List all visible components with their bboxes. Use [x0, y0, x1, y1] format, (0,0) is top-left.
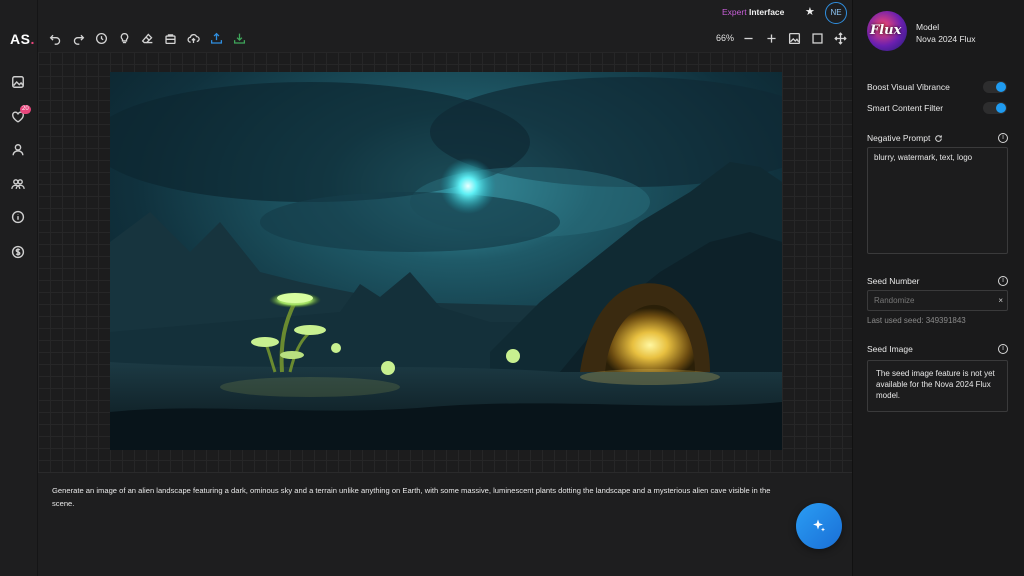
sparkle-icon — [813, 519, 825, 532]
move-icon — [833, 31, 847, 45]
model-logo[interactable]: Flux — [867, 11, 907, 51]
upload-icon — [210, 32, 222, 44]
seed-placeholder: Randomize — [874, 296, 915, 305]
info-icon — [11, 210, 25, 224]
community-nav-button[interactable] — [11, 177, 25, 191]
download-icon — [233, 33, 245, 44]
seed-image-label: Seed Image — [867, 344, 913, 354]
canvas-area[interactable] — [38, 52, 852, 472]
expert-word: Expert — [722, 7, 747, 17]
seed-number-info-icon[interactable]: i — [998, 276, 1008, 286]
model-name[interactable]: Nova 2024 Flux — [916, 34, 976, 44]
lightbulb-icon — [120, 32, 128, 43]
gallery-nav-button[interactable] — [11, 75, 25, 89]
refresh-icon[interactable] — [934, 134, 943, 143]
seed-image-info-icon[interactable]: i — [998, 344, 1008, 354]
image-icon — [12, 76, 24, 88]
zoom-out-button[interactable] — [741, 31, 755, 45]
logo-text: AS — [10, 31, 31, 47]
boost-vibrance-row: Boost Visual Vibrance — [867, 80, 1007, 94]
dollar-icon — [11, 245, 25, 259]
eraser-icon — [141, 32, 152, 43]
share-button[interactable] — [209, 31, 223, 45]
prompt-area: Generate an image of an alien landscape … — [38, 472, 852, 576]
cloud-upload-button[interactable] — [186, 31, 200, 45]
content-filter-label: Smart Content Filter — [867, 103, 944, 113]
generated-image[interactable] — [110, 72, 782, 450]
interface-word: Interface — [748, 7, 785, 17]
prompt-textarea[interactable]: Generate an image of an alien landscape … — [52, 485, 792, 510]
boost-vibrance-label: Boost Visual Vibrance — [867, 82, 950, 92]
history-icon — [95, 32, 107, 44]
negative-prompt-textarea[interactable]: blurry, watermark, text, logo — [867, 147, 1008, 254]
redo-button[interactable] — [71, 31, 85, 45]
crop-button[interactable] — [810, 31, 824, 45]
settings-panel: Flux Model Nova 2024 Flux Boost Visual V… — [852, 0, 1024, 576]
zoom-in-button[interactable] — [764, 31, 778, 45]
save-to-collection-button[interactable] — [163, 31, 177, 45]
negative-prompt-info-icon[interactable]: i — [998, 133, 1008, 143]
minus-icon — [743, 37, 753, 39]
clear-seed-icon[interactable]: × — [998, 291, 1003, 310]
negative-prompt-label: Negative Prompt — [867, 133, 931, 143]
content-filter-toggle[interactable] — [983, 102, 1007, 114]
users-icon — [11, 179, 25, 189]
undo-icon — [49, 34, 60, 45]
model-logo-text: Flux — [870, 23, 902, 38]
boost-vibrance-toggle[interactable] — [983, 81, 1007, 93]
undo-button[interactable] — [48, 31, 62, 45]
profile-nav-button[interactable] — [11, 143, 25, 157]
square-icon — [811, 32, 823, 44]
last-used-seed: Last used seed: 349391843 — [867, 316, 966, 325]
top-toolbar: Expert Interface ★ NE 66% — [38, 0, 852, 52]
eraser-button[interactable] — [140, 31, 154, 45]
about-nav-button[interactable] — [11, 210, 25, 224]
content-filter-row: Smart Content Filter — [867, 101, 1007, 115]
logo-dot: . — [30, 31, 35, 47]
bag-icon — [164, 33, 176, 44]
app-logo[interactable]: AS. — [10, 31, 35, 47]
user-icon — [12, 144, 24, 156]
fit-image-button[interactable] — [787, 31, 801, 45]
zoom-level: 66% — [716, 33, 735, 43]
left-rail: AS. 20 — [0, 0, 38, 576]
view-toolbar — [741, 31, 847, 45]
favorites-badge: 20 — [20, 105, 31, 114]
expert-interface-label: Expert Interface — [722, 7, 784, 17]
seed-number-input[interactable]: Randomize × — [867, 290, 1008, 311]
pricing-nav-button[interactable] — [11, 245, 25, 259]
alien-landscape-image — [110, 72, 782, 450]
star-icon[interactable]: ★ — [805, 5, 815, 18]
seed-image-notice: The seed image feature is not yet availa… — [867, 360, 1008, 412]
edit-toolbar — [48, 31, 246, 45]
history-button[interactable] — [94, 31, 108, 45]
image-frame-icon — [788, 32, 800, 44]
favorites-nav-button[interactable]: 20 — [11, 105, 31, 124]
negative-prompt-heading: Negative Prompt — [867, 133, 943, 143]
seed-number-label: Seed Number — [867, 276, 920, 286]
redo-icon — [73, 34, 84, 45]
toggle-knob — [996, 103, 1006, 113]
pan-button[interactable] — [833, 31, 847, 45]
cloud-upload-icon — [186, 33, 200, 43]
toggle-knob — [996, 82, 1006, 92]
download-button[interactable] — [232, 31, 246, 45]
ideas-button[interactable] — [117, 31, 131, 45]
generate-button[interactable] — [796, 503, 842, 549]
model-label: Model — [916, 22, 940, 32]
user-avatar[interactable]: NE — [825, 2, 847, 24]
app-window: AS. 20 Expert Interface ★ NE 66% Generat… — [0, 0, 1024, 576]
plus-icon — [766, 33, 776, 43]
